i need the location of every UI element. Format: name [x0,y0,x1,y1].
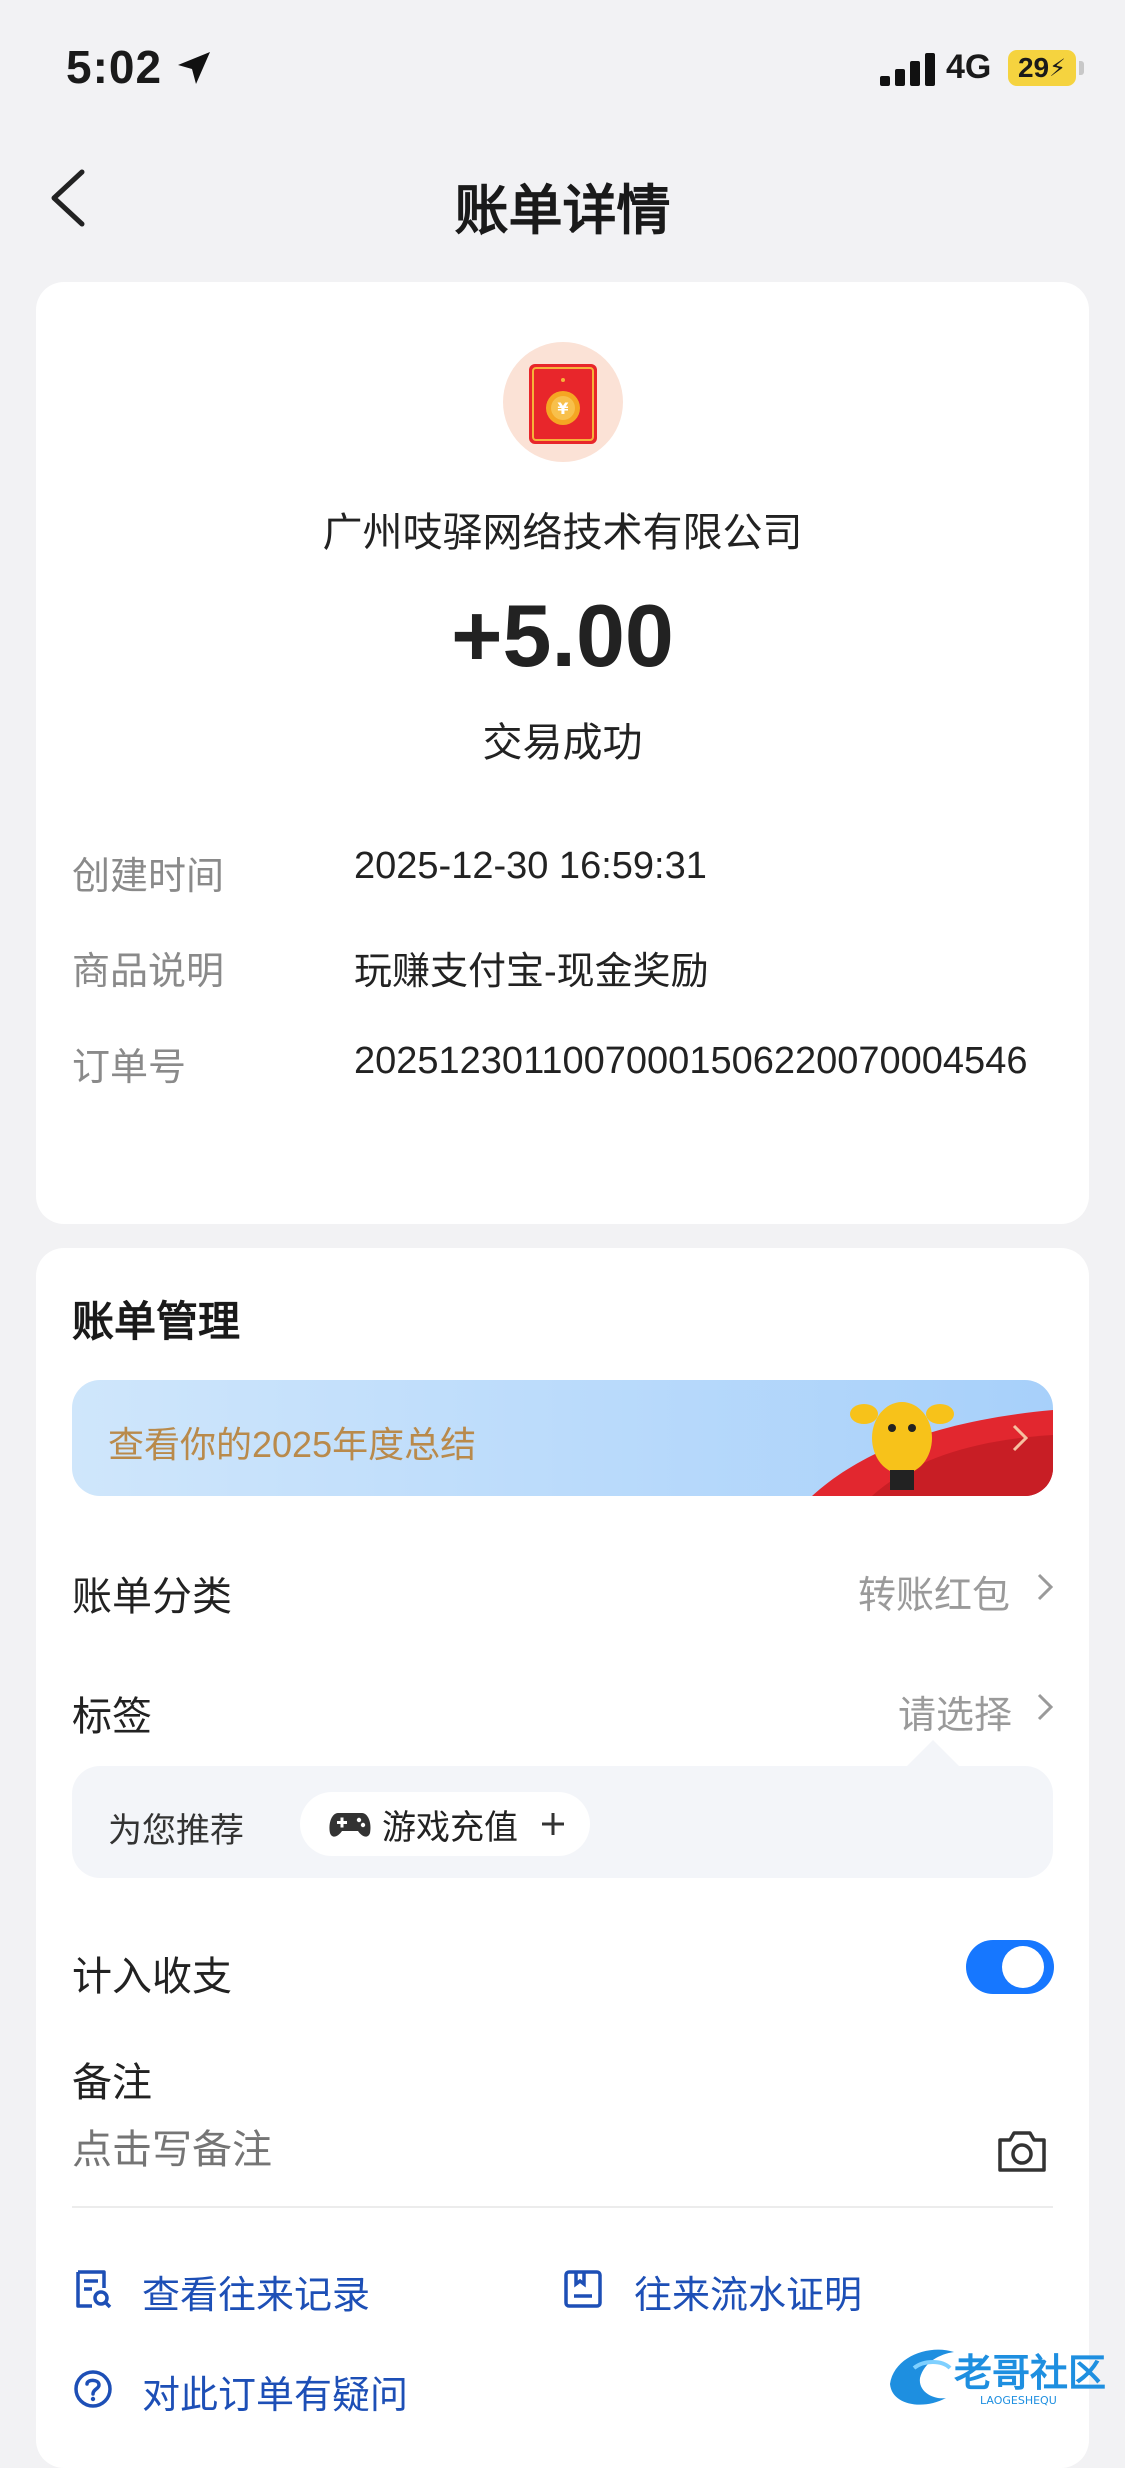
detail-label-order-number: 订单号 [72,1047,187,1089]
red-envelope-icon: ¥ [529,364,597,444]
order-question-link[interactable]: 对此订单有疑问 [142,2364,408,2419]
tag-label: 标签 [72,1695,152,1739]
certificate-icon[interactable] [562,2268,604,2310]
status-time: 5:02 [66,41,163,93]
note-input[interactable] [72,2128,972,2173]
transaction-status: 交易成功 [482,721,643,765]
battery-level: 29 [1017,52,1050,83]
camera-icon[interactable] [996,2128,1048,2174]
dragon-logo-icon: 老哥社区 LAOGESHEQU [890,2349,1106,2407]
signal-icon [880,53,935,86]
detail-value-order-number: 20251230110070001506220070004546 [354,1040,1028,1082]
battery-cap [1079,61,1084,75]
toggle-knob [1002,1946,1044,1988]
statement-proof-link[interactable]: 往来流水证明 [634,2264,862,2319]
note-label: 备注 [72,2061,152,2105]
section-title: 账单管理 [72,1298,241,1345]
category-value[interactable]: 转账红包 [858,1564,1010,1619]
category-label: 账单分类 [72,1575,232,1619]
watermark-subtext: LAOGESHEQU [980,2394,1057,2407]
recommend-label: 为您推荐 [108,1812,244,1850]
tag-value[interactable]: 请选择 [898,1684,1012,1739]
chevron-right-icon[interactable] [1036,1572,1054,1602]
battery-icon: 29 ⚡ [1008,50,1076,86]
watermark-text: 老哥社区 [954,2351,1106,2395]
recommend-pointer [905,1740,961,1768]
network-type: 4G [946,48,992,86]
merchant-name: 广州吱驿网络技术有限公司 [322,511,803,555]
gamepad-icon [329,1813,371,1837]
annual-summary-banner[interactable]: 查看你的2025年度总结 [72,1380,1053,1496]
recommend-chip-game-topup[interactable]: 游戏充值 [300,1792,590,1856]
divider [72,2206,1053,2208]
page-title: 账单详情 [454,181,671,241]
location-arrow-icon [178,52,210,84]
transaction-amount: +5.00 [451,586,674,685]
detail-label-description: 商品说明 [72,951,225,993]
detail-label-created-time: 创建时间 [72,856,225,898]
chip-label: 游戏充值 [382,1808,518,1847]
mascot-illustration [812,1402,1053,1496]
svg-text:¥: ¥ [557,399,568,418]
chevron-right-icon[interactable] [1036,1692,1054,1722]
merchant-avatar: ¥ [503,342,623,462]
include-label: 计入收支 [72,1955,232,1999]
question-icon[interactable] [72,2368,114,2410]
detail-value-created-time: 2025-12-30 16:59:31 [354,845,707,887]
banner-text: 查看你的2025年度总结 [108,1424,477,1465]
watermark-logo: 老哥社区 LAOGESHEQU [884,2338,1114,2414]
view-records-link[interactable]: 查看往来记录 [142,2264,370,2319]
detail-value-description: 玩赚支付宝-现金奖励 [354,951,709,993]
records-icon[interactable] [72,2268,114,2310]
plus-icon[interactable] [540,1811,566,1837]
